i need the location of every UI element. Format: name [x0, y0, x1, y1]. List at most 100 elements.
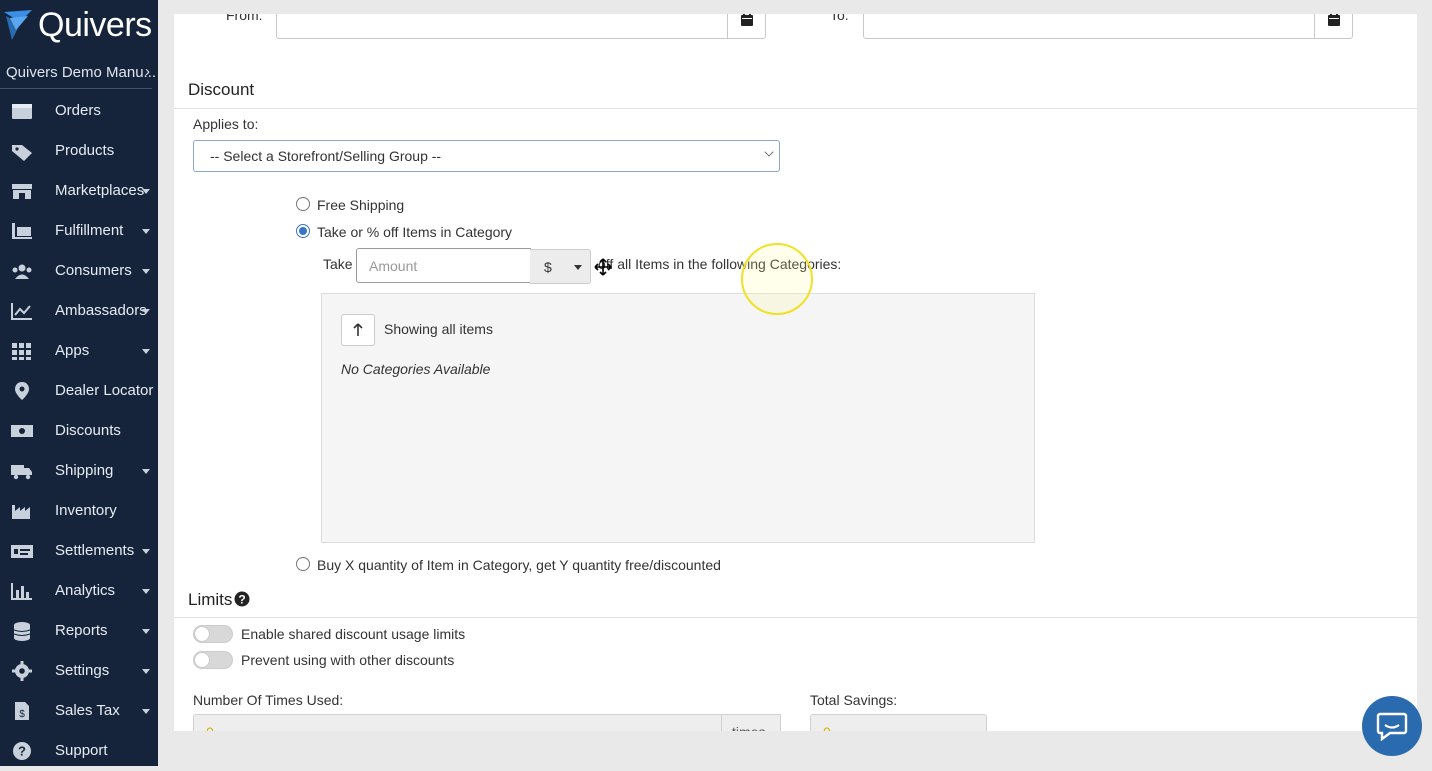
sidebar-item-label: Analytics [55, 582, 116, 599]
calendar-icon [1327, 14, 1340, 26]
to-date-input[interactable] [863, 14, 1353, 39]
sidebar-item-label: Discounts [55, 422, 121, 439]
take-off-radio[interactable] [296, 224, 310, 238]
applies-to-select[interactable]: -- Select a Storefront/Selling Group -- [193, 140, 780, 172]
store-switcher[interactable]: Quivers Demo Manu... › [0, 56, 156, 89]
sidebar-item-label: Marketplaces [55, 182, 145, 199]
caret-down-icon [142, 589, 150, 594]
currency-symbol: $ [544, 259, 552, 275]
sidebar-item-marketplaces[interactable]: Marketplaces [0, 171, 158, 211]
applies-to-label: Applies to: [193, 116, 259, 132]
grid-icon [10, 341, 34, 361]
caret-down-icon [142, 709, 150, 714]
take-label: Take [323, 256, 353, 272]
file-invoice-dollar-icon: $ [10, 701, 34, 721]
chevron-right-icon: › [145, 63, 150, 80]
chat-button[interactable] [1362, 696, 1422, 756]
sidebar-item-label: Products [55, 142, 115, 159]
shared-limits-toggle[interactable] [193, 625, 233, 643]
sidebar-item-sales-tax[interactable]: $ Sales Tax [0, 691, 158, 731]
gear-icon [10, 661, 34, 681]
sidebar-item-consumers[interactable]: Consumers [0, 251, 158, 291]
level-up-icon [353, 323, 363, 336]
sidebar-item-label: Settlements [55, 542, 135, 559]
chart-line-icon [10, 301, 34, 321]
store-icon [10, 181, 34, 201]
database-icon [10, 621, 34, 641]
caret-down-icon [142, 469, 150, 474]
sidebar-item-label: Shipping [55, 462, 114, 479]
limits-section-title: Limits [188, 590, 233, 609]
sidebar-item-inventory[interactable]: Inventory [0, 491, 158, 531]
question-circle-icon[interactable]: ? [234, 591, 250, 607]
caret-down-icon [142, 269, 150, 274]
sidebar-item-orders[interactable]: Orders [0, 91, 158, 131]
caret-down-icon [142, 549, 150, 554]
sidebar-item-reports[interactable]: Reports [0, 611, 158, 651]
caret-down-icon [142, 349, 150, 354]
svg-text:?: ? [18, 744, 26, 759]
from-label: From: [226, 14, 263, 23]
free-shipping-radio[interactable] [296, 197, 310, 211]
discount-section-title: Discount [188, 80, 255, 99]
up-level-button[interactable] [341, 314, 375, 346]
sidebar-item-support[interactable]: ? Support [0, 731, 158, 771]
times-addon: times [721, 714, 781, 731]
sidebar-item-settlements[interactable]: Settlements [0, 531, 158, 571]
times-used-field: 0 [193, 714, 723, 731]
from-date-input[interactable] [276, 14, 766, 39]
caret-down-icon [142, 189, 150, 194]
shared-limits-label: Enable shared discount usage limits [241, 626, 466, 642]
take-off-label[interactable]: Take or % off Items in Category [317, 224, 512, 240]
sidebar-item-apps[interactable]: Apps [0, 331, 158, 371]
sidebar-item-ambassadors[interactable]: Ambassadors [0, 291, 158, 331]
chevron-down-icon [764, 147, 774, 157]
total-savings-field: 0 [810, 714, 987, 731]
map-marker-icon [10, 381, 34, 401]
move-cursor-icon [594, 258, 612, 276]
unit-dropdown[interactable]: $ [530, 249, 591, 284]
buy-x-label[interactable]: Buy X quantity of Item in Category, get … [317, 557, 721, 573]
divider [174, 617, 1417, 618]
chat-bubble-icon [1376, 712, 1408, 741]
to-label: To: [830, 14, 849, 23]
box-icon [10, 101, 34, 121]
sidebar-item-fulfillment[interactable]: Fulfillment [0, 211, 158, 251]
amount-placeholder: Amount [369, 258, 418, 274]
sidebar-item-label: Sales Tax [55, 702, 120, 719]
money-check-icon [10, 541, 34, 561]
no-categories-text: No Categories Available [341, 361, 491, 377]
quivers-logo-icon [4, 10, 32, 40]
svg-text:$: $ [19, 709, 25, 720]
caret-down-icon [142, 309, 150, 314]
discount-form: From: To: Discount Applies to: -- Select… [174, 14, 1417, 731]
free-shipping-label[interactable]: Free Shipping [317, 197, 404, 213]
caret-down-icon [142, 669, 150, 674]
question-circle-icon: ? [10, 741, 34, 761]
sidebar-item-label: Consumers [55, 262, 132, 279]
amount-input[interactable]: Amount [356, 248, 531, 283]
from-calendar-button[interactable] [727, 14, 765, 38]
sidebar-item-analytics[interactable]: Analytics [0, 571, 158, 611]
bar-chart-icon [10, 581, 34, 601]
truck-icon [10, 461, 34, 481]
sidebar-item-discounts[interactable]: Discounts [0, 411, 158, 451]
divider [174, 108, 1417, 109]
total-savings-label: Total Savings: [810, 692, 898, 708]
caret-down-icon [574, 265, 582, 270]
to-calendar-button[interactable] [1314, 14, 1352, 38]
sidebar-item-label: Support [55, 742, 108, 759]
industry-icon [10, 501, 34, 521]
sidebar-item-label: Ambassadors [55, 302, 147, 319]
sidebar-item-settings[interactable]: Settings [0, 651, 158, 691]
sidebar-item-products[interactable]: Products [0, 131, 158, 171]
buy-x-radio[interactable] [296, 557, 310, 571]
svg-text:?: ? [238, 593, 245, 607]
users-icon [10, 261, 34, 281]
sidebar-item-dealer-locator[interactable]: Dealer Locator [0, 371, 158, 411]
prevent-other-discounts-toggle[interactable] [193, 651, 233, 669]
sidebar-item-shipping[interactable]: Shipping [0, 451, 158, 491]
brand-logo[interactable]: Quivers [0, 4, 152, 46]
sidebar-item-label: Fulfillment [55, 222, 124, 239]
applies-to-value: -- Select a Storefront/Selling Group -- [210, 148, 442, 164]
